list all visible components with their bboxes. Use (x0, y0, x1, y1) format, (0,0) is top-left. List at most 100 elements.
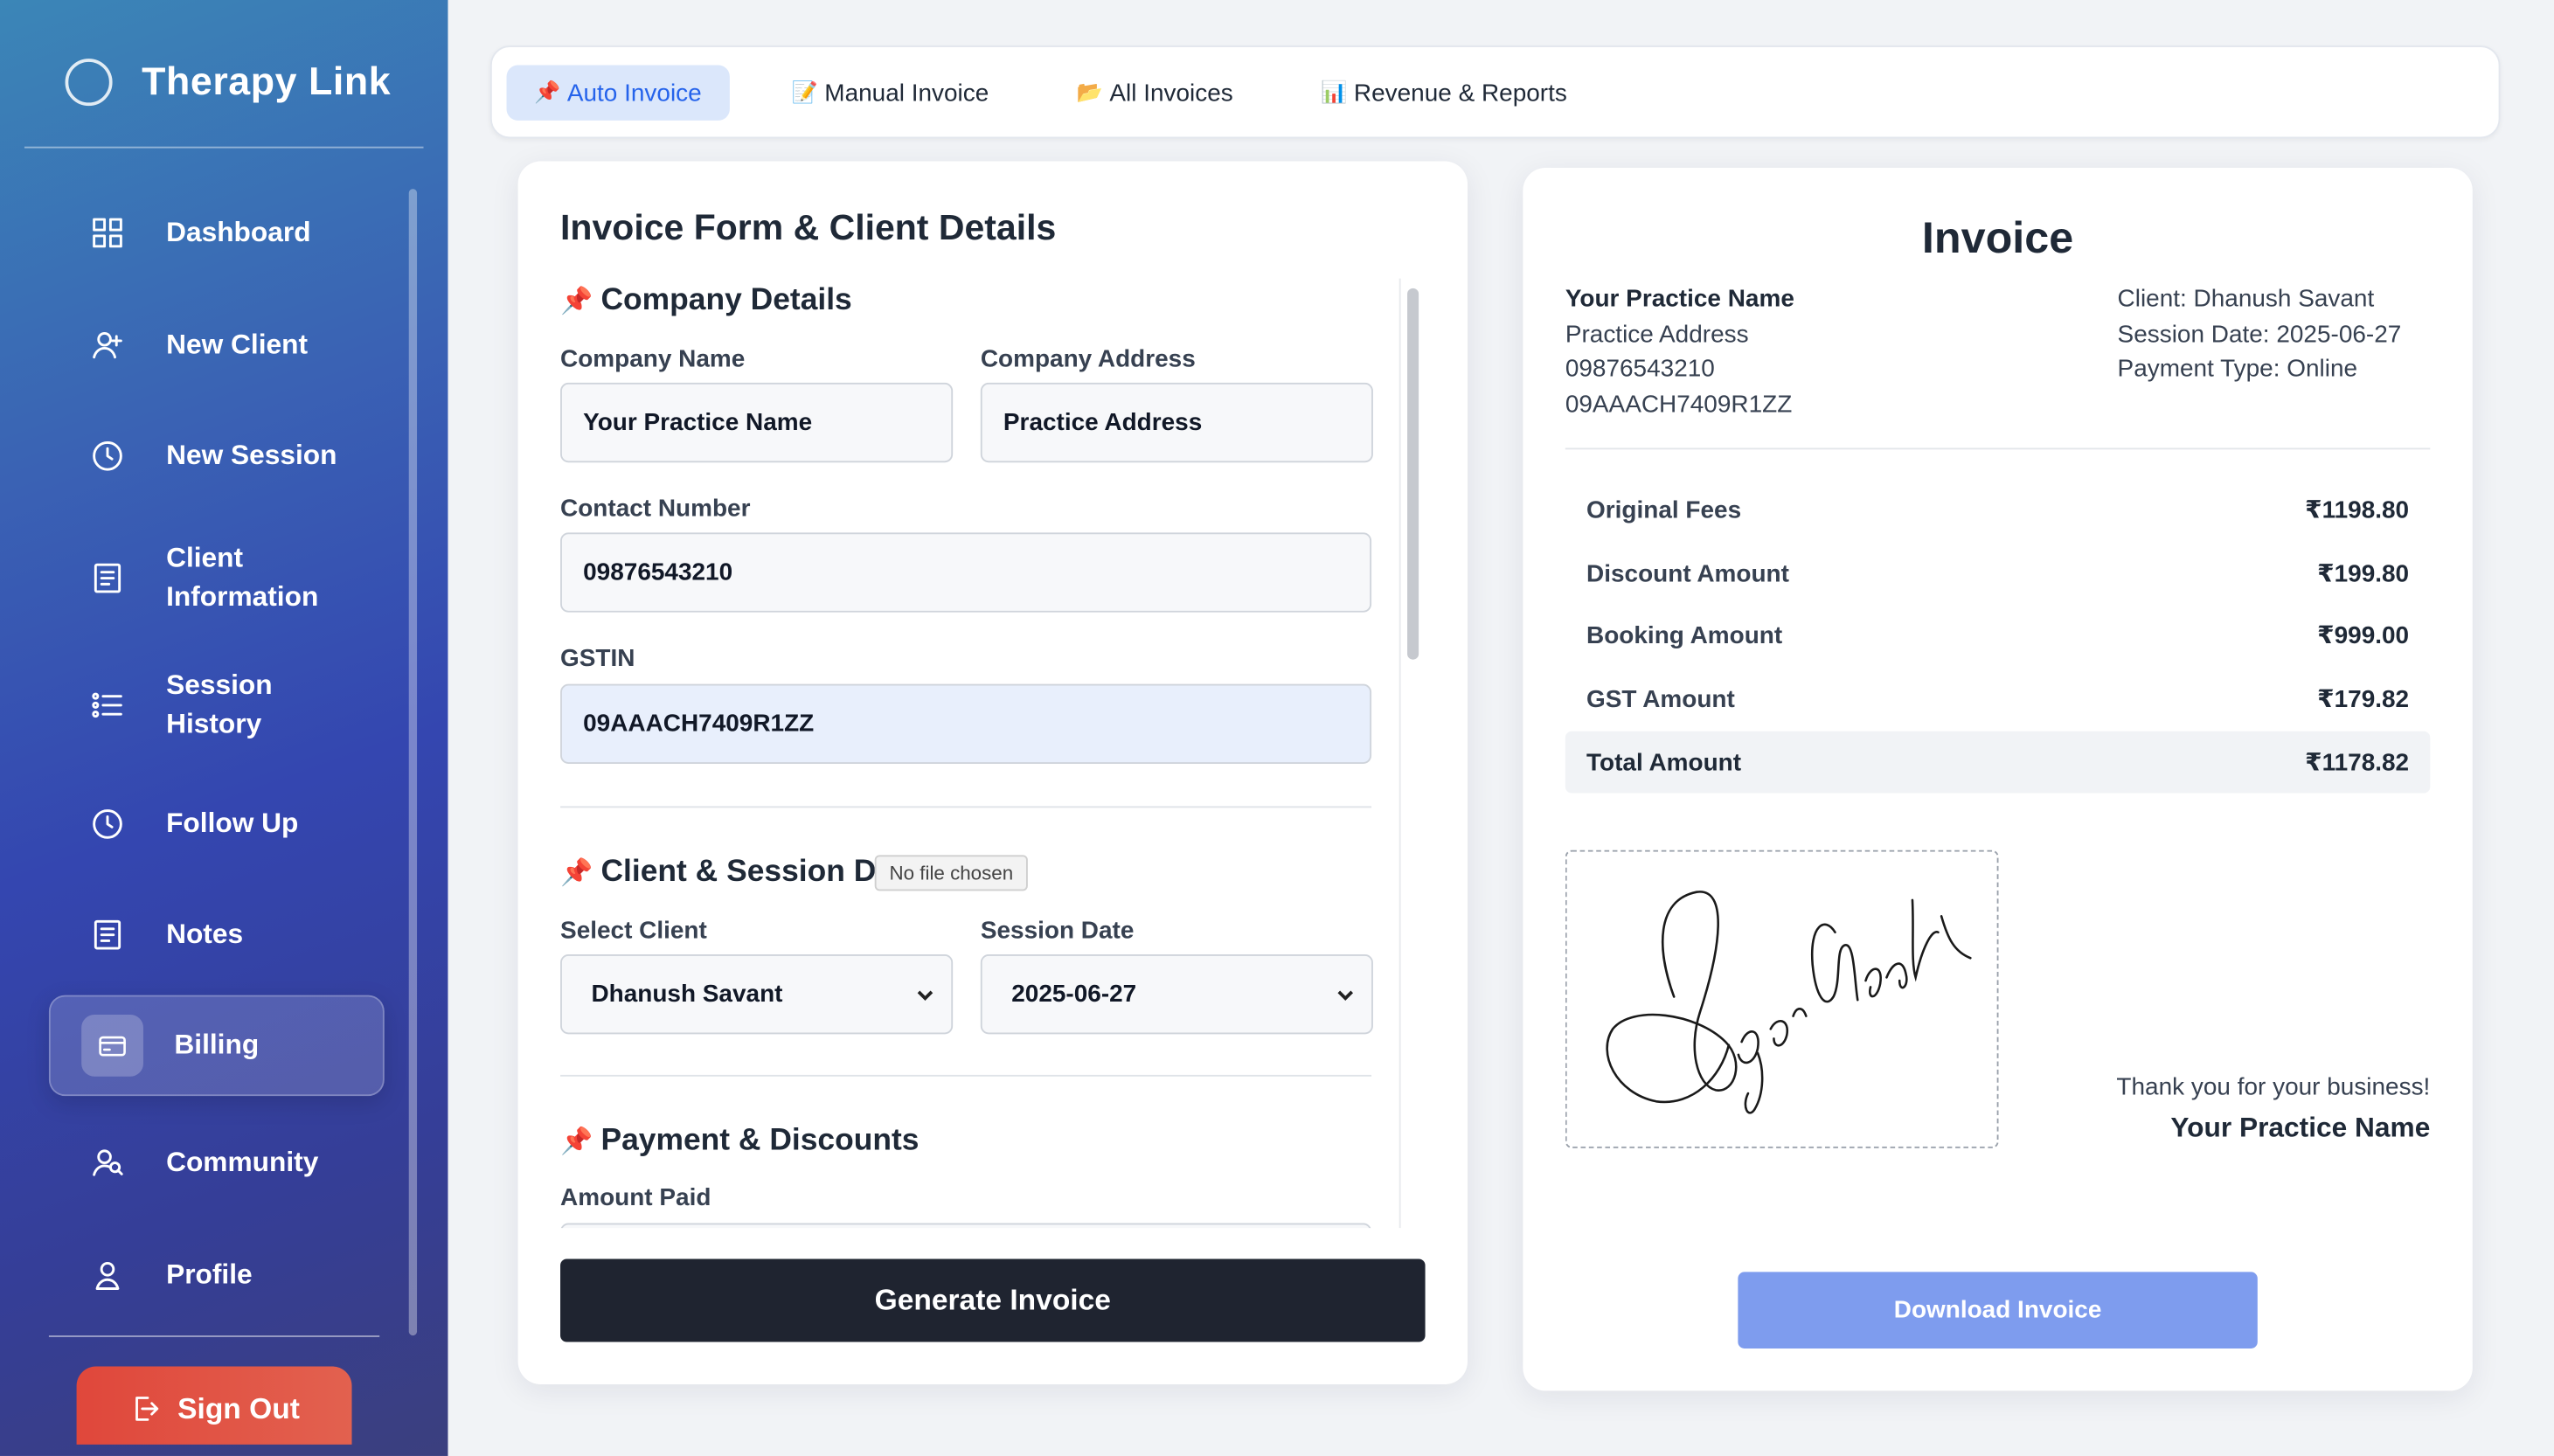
company-name-input[interactable]: Your Practice Name (560, 382, 954, 463)
logo-circle-icon (65, 59, 113, 107)
app-title: Therapy Link (142, 59, 392, 104)
sidebar-item-label: Community (166, 1146, 319, 1178)
sidebar-item-notes[interactable]: Notes (49, 909, 385, 961)
user-plus-icon (49, 328, 166, 364)
sidebar-item-label: Billing (174, 1029, 260, 1061)
invoice-row-gst: GST Amount ₹179.82 (1565, 668, 2431, 730)
download-invoice-button[interactable]: Download Invoice (1738, 1272, 2258, 1349)
generate-invoice-button[interactable]: Generate Invoice (560, 1258, 1426, 1342)
practice-address: Practice Address (1565, 320, 1749, 348)
row-value: ₹179.82 (2317, 685, 2410, 714)
select-client-dropdown[interactable]: Dhanush Savant (560, 954, 954, 1035)
tab-revenue-reports[interactable]: 📊 Revenue & Reports (1294, 66, 1595, 121)
invoice-preview-card: Invoice Your Practice Name Practice Addr… (1523, 167, 2473, 1391)
form-scrollbar[interactable] (1398, 278, 1424, 1229)
session-date-label: Session Date (980, 917, 1135, 945)
sidebar-item-new-session[interactable]: New Session (49, 430, 385, 482)
invoice-row-original-fees: Original Fees ₹1198.80 (1565, 479, 2431, 541)
section-divider (560, 1074, 1372, 1077)
user-icon (49, 1258, 166, 1293)
practice-gstin: 09AAACH7409R1ZZ (1565, 390, 1793, 418)
amount-paid-label: Amount Paid (560, 1183, 711, 1212)
sidebar-item-label: Profile (166, 1258, 253, 1290)
sidebar-item-follow-up[interactable]: Follow Up (49, 798, 385, 850)
sign-out-label: Sign Out (177, 1391, 300, 1425)
invoice-title: Invoice (1921, 213, 2074, 263)
client-session-heading: 📌 Client & Session De (560, 855, 893, 891)
brand[interactable]: Therapy Link (65, 59, 392, 107)
thank-you-practice-name: Your Practice Name (2170, 1112, 2431, 1144)
company-name-label: Company Name (560, 345, 746, 373)
gstin-label: GSTIN (560, 644, 635, 673)
memo-icon: 📝 (791, 80, 818, 105)
sidebar-item-session-history[interactable]: Session History (49, 664, 385, 745)
sign-out-button[interactable]: Sign Out (76, 1366, 352, 1445)
list-icon (49, 687, 166, 723)
pin-icon: 📌 (560, 1128, 593, 1157)
practice-phone: 09876543210 (1565, 355, 1715, 383)
signature-image (1606, 891, 1972, 1114)
company-address-label: Company Address (980, 345, 1196, 373)
row-label: Discount Amount (1586, 559, 1789, 587)
sign-out-icon (135, 1397, 159, 1421)
bar-chart-icon: 📊 (1321, 80, 1348, 105)
gstin-input[interactable]: 09AAACH7409R1ZZ (560, 683, 1372, 764)
practice-name: Your Practice Name (1565, 285, 1794, 313)
sidebar-item-label: Follow Up (166, 808, 299, 839)
sidebar-item-new-client[interactable]: New Client (49, 319, 385, 371)
payment-discounts-heading: 📌 Payment & Discounts (560, 1124, 919, 1160)
form-scrollbar-thumb[interactable] (1407, 288, 1419, 660)
company-address-input[interactable]: Practice Address (980, 382, 1373, 463)
credit-card-icon (81, 1014, 143, 1077)
sidebar-item-client-information[interactable]: Client Information (49, 537, 385, 619)
session-date-value: 2025-06-27 (1011, 980, 1137, 1009)
practice-details: Your Practice Name Practice Address 0987… (1565, 281, 1794, 421)
brand-divider (24, 146, 424, 149)
clock-icon (49, 806, 166, 842)
row-value: ₹199.80 (2317, 560, 2410, 588)
sidebar-item-label: New Client (166, 329, 309, 360)
sidebar: Therapy Link Dashboard New Client New Se… (0, 0, 448, 1456)
sidebar-divider (48, 1335, 380, 1337)
pin-icon: 📌 (560, 288, 593, 316)
sidebar-scrollbar[interactable] (408, 189, 418, 1336)
sidebar-item-label: Notes (166, 919, 244, 950)
tab-label: Auto Invoice (566, 79, 702, 107)
clock-icon (49, 438, 166, 474)
tab-label: Manual Invoice (824, 79, 989, 107)
company-details-heading: 📌 Company Details (560, 283, 852, 319)
sidebar-item-community[interactable]: Community (49, 1137, 385, 1189)
folder-icon: 📂 (1076, 80, 1103, 105)
amount-paid-input[interactable] (560, 1223, 1372, 1229)
tab-all-invoices[interactable]: 📂 All Invoices (1049, 66, 1260, 121)
pin-icon: 📌 (560, 859, 593, 888)
tab-manual-invoice[interactable]: 📝 Manual Invoice (764, 66, 1017, 121)
notes-icon (49, 917, 166, 953)
row-label: Original Fees (1586, 496, 1742, 524)
session-date-dropdown[interactable]: 2025-06-27 (980, 954, 1373, 1035)
row-value: ₹1198.80 (2305, 496, 2410, 525)
row-value: ₹1178.82 (2305, 749, 2410, 777)
invoice-form-card: Invoice Form & Client Details 📌 Company … (517, 161, 1468, 1384)
file-tooltip: No file chosen (874, 855, 1028, 891)
sidebar-item-profile[interactable]: Profile (49, 1249, 385, 1301)
sidebar-item-label: Client Information (166, 542, 319, 613)
thank-you-text: Thank you for your business! (2116, 1073, 2431, 1101)
row-value: ₹999.00 (2317, 621, 2410, 650)
sidebar-item-label: New Session (166, 440, 337, 471)
section-divider (560, 806, 1372, 808)
users-icon (49, 1145, 166, 1181)
row-label: Booking Amount (1586, 621, 1783, 649)
dashboard-grid-icon (49, 215, 166, 251)
sidebar-item-billing[interactable]: Billing (48, 995, 385, 1097)
chevron-down-icon (917, 989, 933, 1001)
pin-icon: 📌 (534, 80, 561, 105)
client-details: Client: Dhanush Savant Session Date: 202… (2118, 281, 2402, 386)
invoice-payment-type: Payment Type: Online (2117, 355, 2358, 383)
tab-auto-invoice[interactable]: 📌 Auto Invoice (506, 65, 730, 121)
contact-number-input[interactable]: 09876543210 (560, 532, 1372, 613)
row-label: Total Amount (1586, 748, 1742, 776)
signature-box[interactable] (1565, 849, 1999, 1148)
document-icon (49, 560, 166, 596)
sidebar-item-dashboard[interactable]: Dashboard (49, 207, 385, 260)
